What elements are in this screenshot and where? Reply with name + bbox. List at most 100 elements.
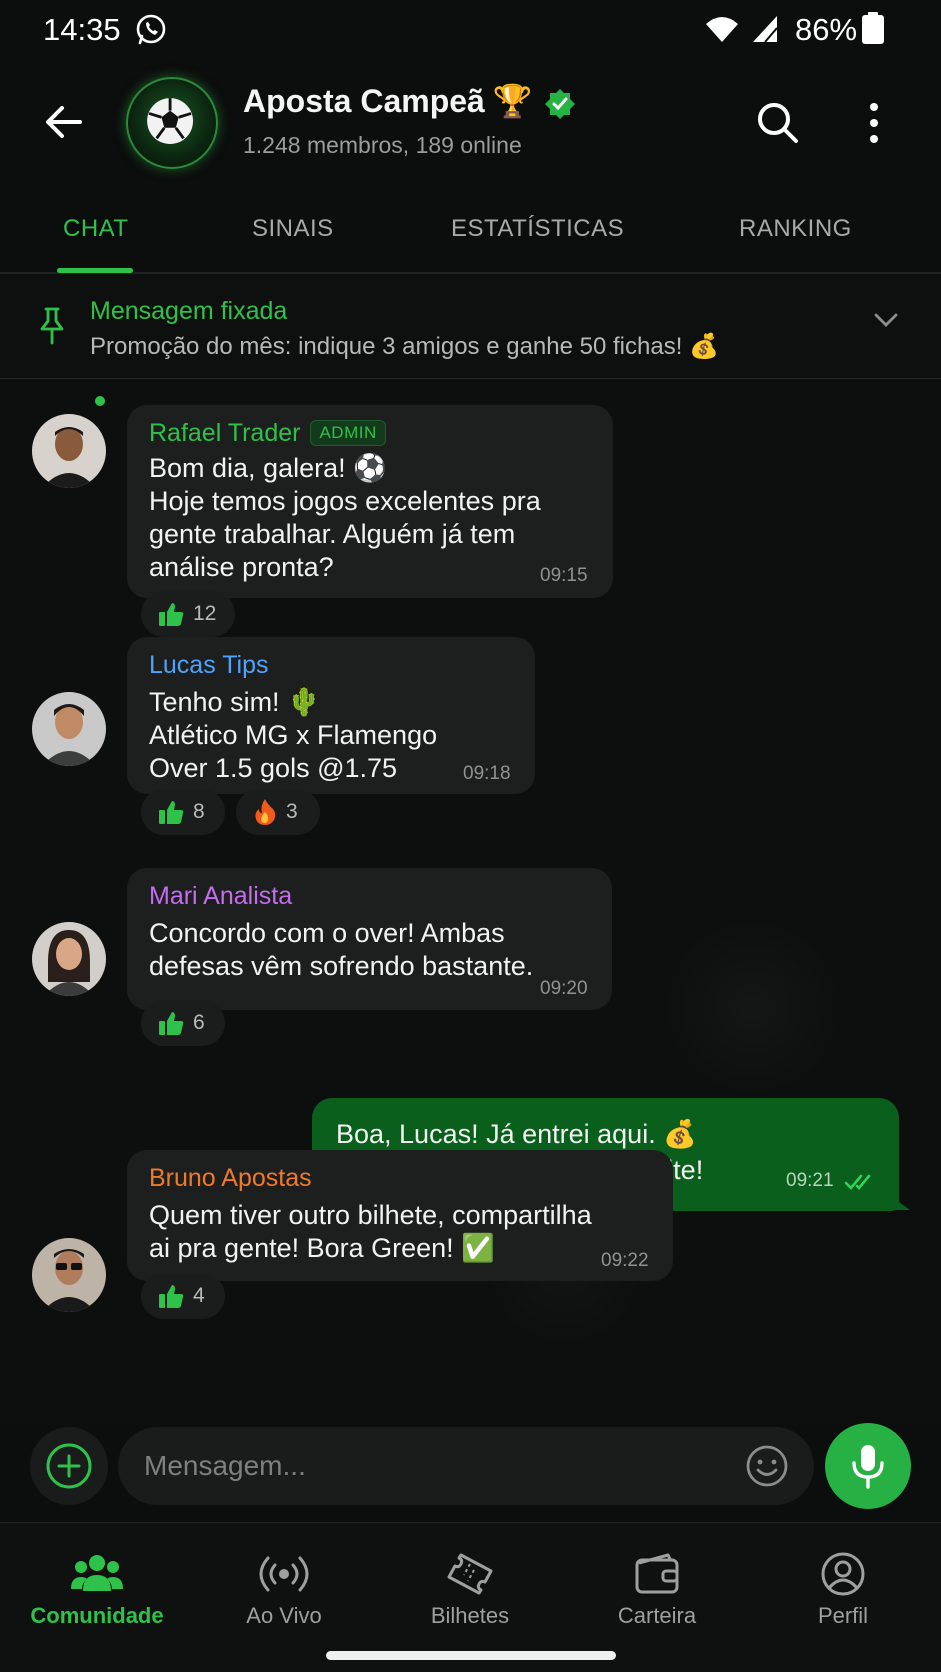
reaction-count: 12 bbox=[193, 602, 217, 625]
thumbs-up-icon bbox=[159, 801, 184, 824]
avatar-bruno[interactable] bbox=[32, 1238, 106, 1312]
message-bubble[interactable]: Lucas Tips Tenho sim! 🌵 Atlético MG x Fl… bbox=[127, 637, 535, 794]
nav-label: Perfil bbox=[817, 1603, 869, 1628]
signal-icon bbox=[753, 16, 778, 43]
soccer-ball-icon bbox=[147, 98, 194, 145]
reaction-thumbs-up[interactable]: 8 bbox=[141, 789, 225, 835]
online-status-dot bbox=[93, 394, 107, 408]
message-text: Over 1.5 gols @1.75 bbox=[149, 753, 398, 783]
plus-circle-icon bbox=[46, 1443, 92, 1489]
thumbs-up-icon bbox=[159, 603, 184, 626]
chat-header: Aposta Campeã 🏆 1.248 membros, 189 online bbox=[0, 60, 941, 185]
person-avatar-icon bbox=[32, 414, 106, 488]
avatar-rafael[interactable] bbox=[32, 414, 106, 488]
message-text: defesas vêm sofrendo bastante. bbox=[149, 951, 534, 981]
nav-ao-vivo[interactable]: Ao Vivo bbox=[199, 1551, 369, 1629]
person-avatar-icon bbox=[32, 922, 106, 996]
chevron-down-icon[interactable] bbox=[872, 310, 900, 330]
avatar-mari[interactable] bbox=[32, 922, 106, 996]
verified-icon bbox=[545, 89, 575, 119]
more-vert-icon[interactable] bbox=[854, 97, 894, 149]
battery-icon bbox=[862, 12, 884, 44]
thumbs-up-icon bbox=[159, 1285, 184, 1308]
whatsapp-icon bbox=[136, 14, 166, 45]
nav-label: Comunidade bbox=[30, 1603, 164, 1628]
wifi-icon bbox=[706, 17, 738, 42]
sender-name[interactable]: Rafael Trader bbox=[149, 419, 300, 448]
reaction-thumbs-up[interactable]: 12 bbox=[141, 591, 235, 637]
message-text: Quem tiver outro bilhete, compartilha bbox=[149, 1200, 592, 1230]
message-text: Concordo com o over! Ambas bbox=[149, 918, 505, 948]
reaction-fire[interactable]: 3 bbox=[236, 789, 320, 835]
emoji-icon[interactable] bbox=[744, 1443, 790, 1489]
message-input[interactable] bbox=[118, 1427, 814, 1505]
tab-estatisticas[interactable]: ESTATÍSTICAS bbox=[451, 215, 624, 243]
reaction-count: 6 bbox=[193, 1011, 205, 1034]
nav-carteira[interactable]: Carteira bbox=[572, 1551, 742, 1629]
back-arrow-icon[interactable] bbox=[40, 96, 92, 148]
message-bubble[interactable]: Mari Analista Concordo com o over! Ambas… bbox=[127, 868, 612, 1010]
ticket-icon bbox=[447, 1553, 493, 1595]
admin-badge: ADMIN bbox=[310, 420, 386, 446]
message-text: Bom dia, galera! ⚽ bbox=[149, 453, 387, 483]
wallet-icon bbox=[635, 1553, 679, 1594]
group-name[interactable]: Aposta Campeã 🏆 bbox=[243, 82, 533, 120]
sender-name[interactable]: Lucas Tips bbox=[149, 651, 269, 680]
chat-messages[interactable]: Rafael Trader ADMIN Bom dia, galera! ⚽ Ho… bbox=[0, 380, 941, 1425]
pin-icon bbox=[40, 307, 64, 345]
message-bubble[interactable]: Rafael Trader ADMIN Bom dia, galera! ⚽ Ho… bbox=[127, 405, 613, 598]
group-name-text: Aposta Campeã bbox=[243, 83, 485, 119]
status-time: 14:35 bbox=[43, 12, 121, 47]
battery-percent: 86% bbox=[795, 12, 858, 47]
message-text: gente trabalhar. Alguém já tem bbox=[149, 519, 516, 549]
tab-sinais[interactable]: SINAIS bbox=[252, 215, 334, 243]
message-time: 09:20 bbox=[540, 978, 588, 999]
status-bar: 14:35 86% bbox=[0, 0, 941, 60]
message-composer bbox=[0, 1423, 941, 1521]
tab-chat[interactable]: CHAT bbox=[63, 215, 129, 243]
community-icon bbox=[71, 1555, 123, 1591]
nav-comunidade[interactable]: Comunidade bbox=[12, 1551, 182, 1629]
fire-icon bbox=[255, 799, 276, 825]
group-members-count: 1.248 membros, 189 online bbox=[243, 132, 522, 158]
message-text: Hoje temos jogos excelentes pra bbox=[149, 486, 541, 516]
pinned-title: Mensagem fixada bbox=[90, 297, 288, 325]
bubble-tail bbox=[880, 1188, 910, 1210]
person-avatar-icon bbox=[32, 1238, 106, 1312]
message-text: Boa, Lucas! Já entrei aqui. 💰 bbox=[336, 1119, 697, 1149]
nav-label: Bilhetes bbox=[430, 1603, 510, 1628]
profile-icon bbox=[821, 1552, 865, 1596]
tab-bar: CHAT SINAIS ESTATÍSTICAS RANKING bbox=[0, 185, 941, 274]
pinned-message[interactable]: Mensagem fixada Promoção do mês: indique… bbox=[0, 275, 941, 379]
message-text: análise pronta? bbox=[149, 552, 334, 582]
reaction-thumbs-up[interactable]: 4 bbox=[141, 1273, 225, 1319]
reaction-count: 8 bbox=[193, 800, 205, 823]
nav-bilhetes[interactable]: Bilhetes bbox=[385, 1551, 555, 1629]
message-time: 09:15 bbox=[540, 565, 588, 586]
pinned-text: Promoção do mês: indique 3 amigos e ganh… bbox=[90, 333, 719, 360]
message-bubble[interactable]: Bruno Apostas Quem tiver outro bilhete, … bbox=[127, 1150, 673, 1281]
search-icon[interactable] bbox=[752, 97, 804, 149]
reaction-count: 4 bbox=[193, 1284, 205, 1307]
active-tab-indicator bbox=[57, 268, 133, 273]
person-avatar-icon bbox=[32, 692, 106, 766]
microphone-button[interactable] bbox=[825, 1423, 911, 1509]
thumbs-up-icon bbox=[159, 1012, 184, 1035]
home-indicator[interactable] bbox=[326, 1651, 616, 1660]
microphone-icon bbox=[852, 1445, 884, 1489]
nav-perfil[interactable]: Perfil bbox=[758, 1551, 928, 1629]
group-avatar[interactable] bbox=[126, 77, 218, 169]
avatar-lucas[interactable] bbox=[32, 692, 106, 766]
message-time: 09:21 bbox=[786, 1170, 834, 1191]
sender-name[interactable]: Bruno Apostas bbox=[149, 1164, 312, 1193]
reaction-thumbs-up[interactable]: 6 bbox=[141, 1000, 225, 1046]
attach-button[interactable] bbox=[30, 1427, 108, 1505]
nav-label: Carteira bbox=[617, 1603, 697, 1628]
nav-label: Ao Vivo bbox=[246, 1603, 322, 1628]
message-time: 09:22 bbox=[601, 1250, 649, 1271]
message-text: ai pra gente! Bora Green! ✅ bbox=[149, 1233, 495, 1263]
sender-name[interactable]: Mari Analista bbox=[149, 882, 292, 911]
tab-ranking[interactable]: RANKING bbox=[739, 215, 852, 243]
bottom-navigation: Comunidade Ao Vivo Bilhetes Carteira Per… bbox=[0, 1522, 941, 1672]
message-text: Tenho sim! 🌵 bbox=[149, 687, 321, 717]
